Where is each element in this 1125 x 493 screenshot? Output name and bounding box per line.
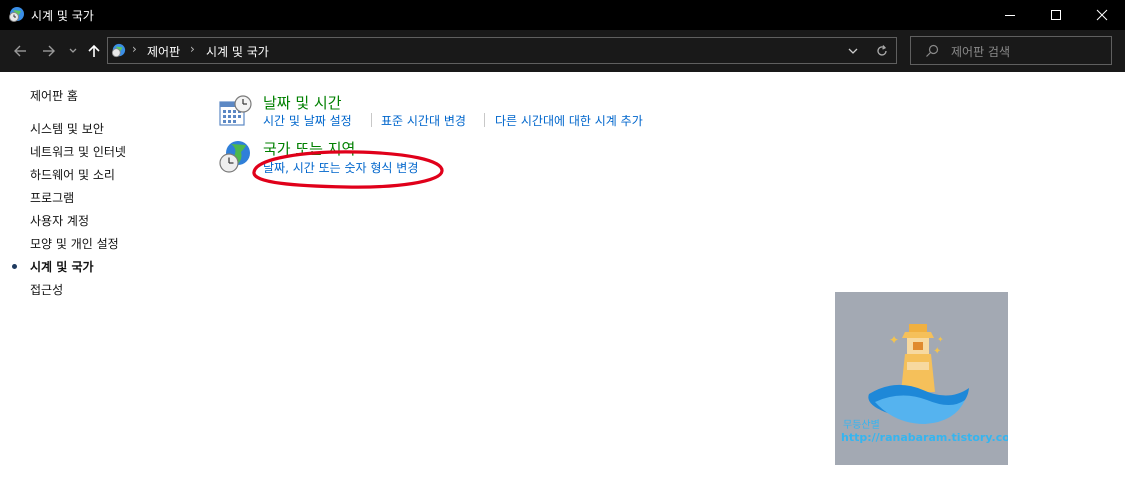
watermark-name: 무등산별 [843,420,880,431]
navigation-bar: › 제어판 › 시계 및 국가 제어판 검색 [0,30,1125,72]
sidebar: 제어판 홈 시스템 및 보안 네트워크 및 인터넷 하드웨어 및 소리 프로그램… [0,72,200,493]
maximize-icon [1051,10,1061,20]
category-title-date-time[interactable]: 날짜 및 시간 [263,92,342,113]
sidebar-item-clock-region[interactable]: 시계 및 국가 [30,258,94,275]
address-dropdown-icon[interactable] [847,46,859,56]
link-change-time-zone[interactable]: 표준 시간대 변경 [381,112,466,129]
minimize-button[interactable] [987,0,1033,30]
search-icon [926,44,939,57]
arrow-right-icon [43,45,55,57]
up-button[interactable] [84,30,104,72]
svg-text:✦: ✦ [937,335,944,344]
breadcrumb-current[interactable]: 시계 및 국가 [206,43,269,60]
breadcrumb-chevron-icon: › [190,42,195,56]
back-button[interactable] [8,30,32,72]
sidebar-item-user-accounts[interactable]: 사용자 계정 [30,212,89,229]
watermark-url: http://ranabaram.tistory.com [841,431,1008,444]
clock-globe-icon [111,43,126,58]
arrow-left-icon [14,45,26,57]
search-input[interactable]: 제어판 검색 [910,36,1112,65]
svg-text:✦: ✦ [889,333,899,347]
close-button[interactable] [1079,0,1125,30]
highlight-ellipse-annotation [252,150,444,189]
breadcrumb-chevron-icon: › [132,42,137,56]
search-placeholder: 제어판 검색 [951,45,1011,59]
maximize-button[interactable] [1033,0,1079,30]
title-bar: 시계 및 국가 [0,0,1125,30]
address-box[interactable]: › 제어판 › 시계 및 국가 [107,37,897,64]
sidebar-item-hardware-sound[interactable]: 하드웨어 및 소리 [30,166,115,183]
svg-text:✦: ✦ [933,346,941,357]
link-add-clocks[interactable]: 다른 시간대에 대한 시계 추가 [495,112,643,129]
clock-globe-icon [9,7,24,22]
sidebar-item-accessibility[interactable]: 접근성 [30,281,63,298]
sidebar-item-appearance[interactable]: 모양 및 개인 설정 [30,235,119,252]
breadcrumb-control-panel[interactable]: 제어판 [147,43,180,60]
refresh-icon[interactable] [875,44,889,58]
arrow-up-icon [88,44,100,57]
sidebar-item-network-internet[interactable]: 네트워크 및 인터넷 [30,143,126,160]
active-bullet-icon [12,264,17,269]
calendar-clock-icon[interactable] [219,94,253,128]
recent-locations-button[interactable] [65,30,81,72]
link-separator [484,113,485,127]
watermark-logo: ✦ ✦ ✦ 무등산별 http://ranabaram.tistory.com [835,292,1008,465]
close-icon [1096,9,1108,21]
sidebar-item-programs[interactable]: 프로그램 [30,189,74,206]
forward-button[interactable] [37,30,61,72]
sidebar-item-system-security[interactable]: 시스템 및 보안 [30,120,104,137]
window-title: 시계 및 국가 [31,9,94,23]
link-set-time-date[interactable]: 시간 및 날짜 설정 [263,112,352,129]
link-separator [371,113,372,127]
chevron-down-icon [69,48,77,53]
sidebar-item-control-panel-home[interactable]: 제어판 홈 [30,87,78,104]
minimize-icon [1005,15,1015,16]
